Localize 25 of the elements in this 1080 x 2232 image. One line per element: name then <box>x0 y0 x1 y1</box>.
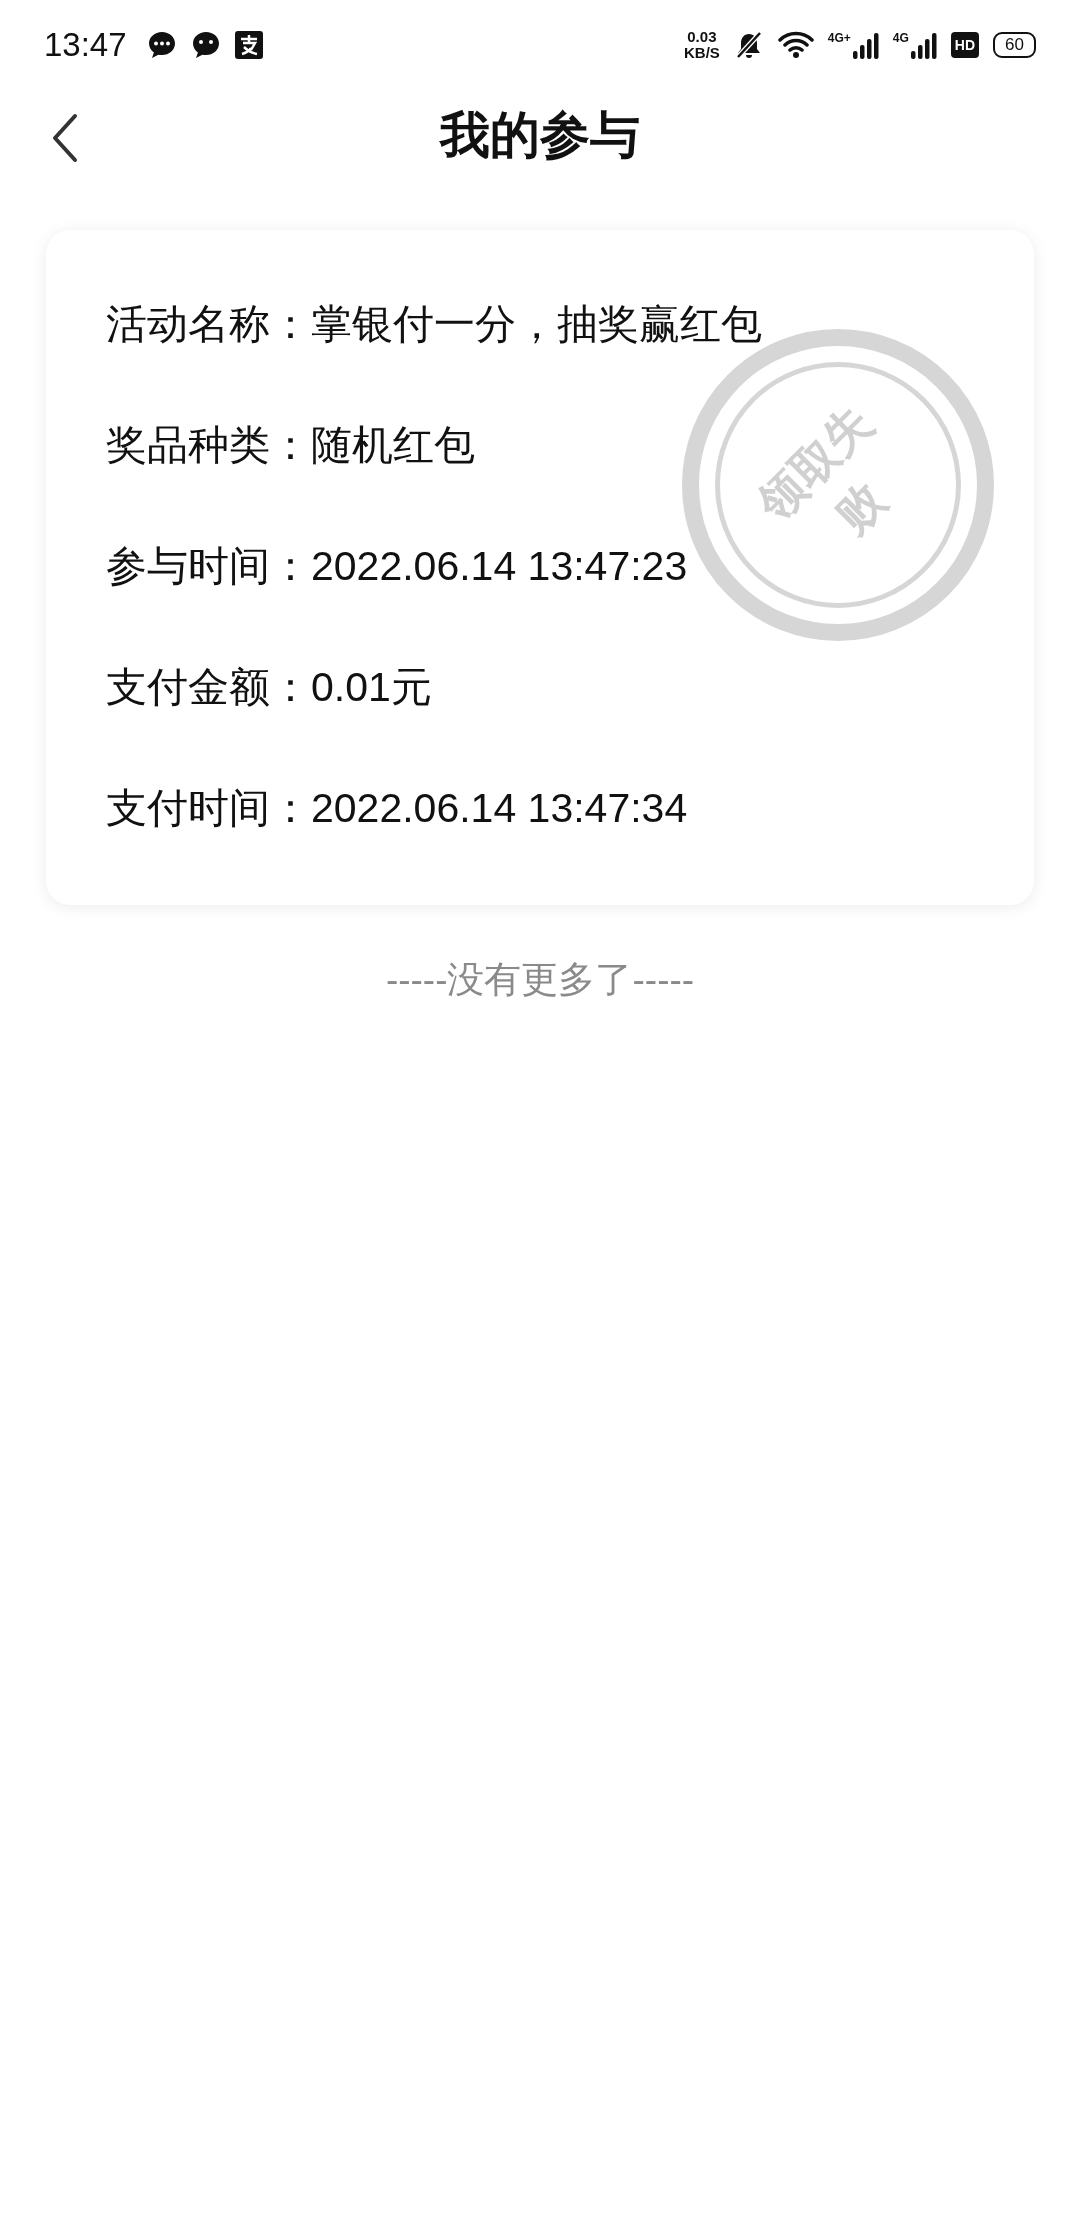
field-value: 2022.06.14 13:47:23 <box>311 543 688 590</box>
field-label: 参与时间： <box>106 542 311 591</box>
network-type: 4G+ <box>827 31 851 45</box>
network-speed: KB/S <box>683 45 720 61</box>
field-label: 支付时间： <box>106 784 311 833</box>
network-speed: 0.03 <box>687 29 717 45</box>
status-time: 13:47 <box>44 26 127 64</box>
field-value: 掌银付一分，抽奖赢红包 <box>311 300 762 349</box>
signal-icon <box>910 31 937 59</box>
hd-call-badge: HD <box>950 32 980 58</box>
field-value: 2022.06.14 13:47:34 <box>311 785 688 832</box>
message-icon <box>146 30 177 60</box>
app-icon <box>234 31 263 59</box>
network-type: 4G <box>892 31 909 45</box>
page-title: 我的参与 <box>440 105 640 165</box>
field-value: 0.01元 <box>311 663 432 712</box>
field-value: 随机红包 <box>311 421 475 470</box>
signal-icon <box>852 31 879 59</box>
field-label: 支付金额： <box>106 663 311 712</box>
no-more-text: -----没有更多了----- <box>385 959 695 1000</box>
field-label: 活动名称： <box>106 300 311 349</box>
chat-icon <box>190 30 221 60</box>
battery-indicator: 60 <box>993 32 1036 58</box>
wifi-icon <box>777 30 814 60</box>
field-label: 奖品种类： <box>106 421 311 470</box>
